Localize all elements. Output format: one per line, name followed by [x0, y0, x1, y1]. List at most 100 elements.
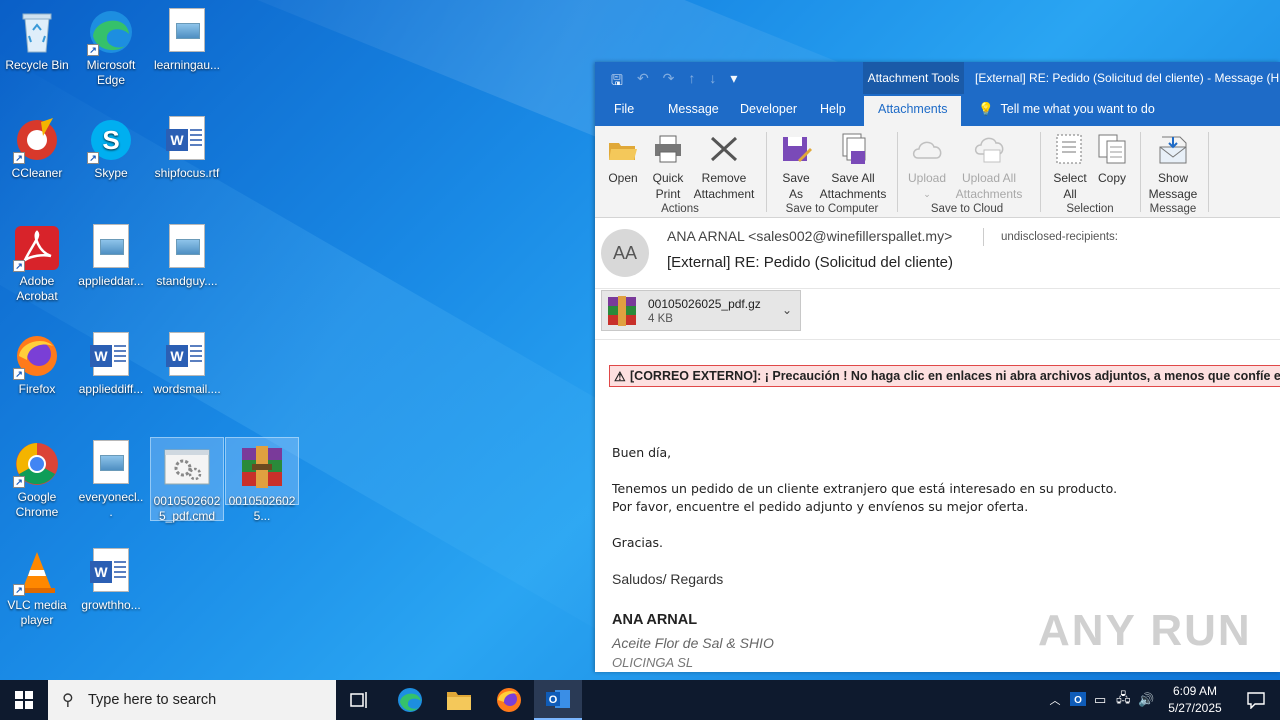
windows-logo-icon — [15, 691, 33, 709]
tab-attachments[interactable]: Attachments — [864, 96, 962, 126]
notifications-button[interactable] — [1232, 680, 1280, 720]
upload-label: Upload — [907, 171, 947, 185]
attachment-item[interactable]: 00105026025_pdf.gz 4 KB ⌄ — [601, 290, 801, 331]
recipients: undisclosed-recipients: — [1001, 231, 1118, 243]
select-all-button[interactable]: Select All — [1050, 132, 1090, 202]
save-icon[interactable]: 🖫 — [611, 70, 623, 94]
folder-open-icon — [605, 132, 641, 166]
save-all-attachments-button[interactable]: Save All Attachments — [817, 132, 889, 202]
quick-print-label-2: Print — [655, 187, 681, 201]
open-button[interactable]: Open — [605, 132, 641, 186]
icon-label: Adobe Acrobat — [16, 274, 58, 303]
taskbar-search-box[interactable]: ⚲ Type here to search — [48, 680, 336, 720]
group-separator — [1140, 132, 1141, 212]
taskbar-firefox[interactable] — [485, 680, 533, 720]
desktop-icon-recycle-bin[interactable]: Recycle Bin — [1, 2, 73, 73]
open-label: Open — [608, 171, 638, 185]
desktop-icon-growthho[interactable]: W growthho... — [75, 542, 147, 613]
avatar: AA — [601, 229, 649, 277]
taskbar-outlook[interactable]: O — [534, 680, 582, 720]
show-message-button[interactable]: Show Message — [1147, 132, 1199, 202]
desktop-icon-google-chrome[interactable]: ↗ Google Chrome — [1, 434, 73, 520]
shortcut-arrow-icon: ↗ — [13, 476, 25, 488]
vlc-icon: ↗ — [13, 548, 61, 596]
clock-date: 5/27/2025 — [1168, 701, 1222, 715]
taskbar-edge[interactable] — [386, 680, 434, 720]
gear-file-icon — [163, 444, 211, 492]
icon-label: applieddiff... — [78, 382, 144, 396]
desktop-icon-cmd-file[interactable]: 00105026025_pdf.cmd — [150, 437, 224, 523]
down-arrow-icon[interactable]: ↓ — [709, 70, 716, 94]
icon-label: CCleaner — [11, 166, 63, 180]
image-file-icon — [87, 440, 135, 488]
start-button[interactable] — [0, 680, 48, 720]
outlook-tray-icon[interactable]: O — [1070, 691, 1088, 710]
signature-company: Aceite Flor de Sal & SHIO — [612, 635, 774, 651]
window-title: [External] RE: Pedido (Solicitud del cli… — [975, 71, 1280, 85]
regards: Saludos/ Regards — [612, 571, 724, 587]
tab-file[interactable]: File — [614, 102, 634, 116]
lightbulb-icon: 💡 — [978, 102, 994, 116]
customize-toolbar-icon[interactable]: ▾ — [730, 70, 737, 94]
upload-button[interactable]: Upload ⌄ — [905, 132, 949, 202]
context-tab-attachment-tools: Attachment Tools — [863, 62, 964, 94]
desktop-icon-standguy[interactable]: standguy.... — [151, 218, 223, 289]
ribbon: Open Quick Print Remove Attachment Actio… — [595, 126, 1280, 218]
folder-icon — [447, 692, 471, 710]
tab-developer[interactable]: Developer — [740, 102, 797, 116]
select-all-icon — [1050, 132, 1090, 166]
upload-all-label-1: Upload All — [961, 171, 1017, 185]
quick-print-button[interactable]: Quick Print — [649, 132, 687, 202]
anyrun-watermark: ANY RUN — [1038, 606, 1252, 655]
svg-text:S: S — [102, 125, 119, 155]
edge-icon — [398, 688, 422, 712]
warning-icon: ⚠ — [614, 369, 626, 384]
chevron-up-icon[interactable]: ︿ — [1046, 692, 1064, 708]
tab-message[interactable]: Message — [668, 102, 719, 116]
undo-icon[interactable]: ↶ — [637, 70, 649, 94]
group-separator — [897, 132, 898, 212]
desktop-icon-applieddar[interactable]: applieddar... — [75, 218, 147, 289]
desktop-icon-gz-archive[interactable]: 00105026025... — [225, 437, 299, 523]
desktop-icon-firefox[interactable]: ↗ Firefox — [1, 326, 73, 397]
desktop-icon-applieddiff[interactable]: W applieddiff... — [75, 326, 147, 397]
message-body: Buen día, Tenemos un pedido de un client… — [612, 444, 1117, 552]
skype-icon: S ↗ — [87, 116, 135, 164]
remove-attachment-button[interactable]: Remove Attachment — [691, 132, 757, 202]
volume-icon[interactable]: 🔊 — [1138, 692, 1156, 708]
icon-label: everyonecl... — [78, 490, 144, 519]
desktop-icon-learningau[interactable]: learningau... — [151, 2, 223, 73]
shortcut-arrow-icon: ↗ — [13, 368, 25, 380]
chevron-down-icon[interactable]: ⌄ — [782, 303, 792, 317]
icon-label: growthho... — [81, 598, 141, 612]
desktop-icon-ccleaner[interactable]: ↗ CCleaner — [1, 110, 73, 181]
tell-me-box[interactable]: 💡 Tell me what you want to do — [978, 102, 1155, 117]
acrobat-icon: ↗ — [13, 224, 61, 272]
taskbar-file-explorer[interactable] — [435, 680, 483, 720]
taskbar: ⚲ Type here to search O ︿ O ▭ 🖧 🔊 6:09 A… — [0, 680, 1280, 720]
ribbon-tabs: File Message Developer Help Attachments … — [595, 94, 1280, 126]
copy-button[interactable]: Copy — [1095, 132, 1129, 186]
winrar-archive-icon — [238, 444, 286, 492]
desktop-icon-shipfocus[interactable]: W shipfocus.rtf — [151, 110, 223, 181]
save-as-label-2: As — [788, 187, 803, 201]
group-selection: Selection — [1066, 203, 1114, 215]
clock[interactable]: 6:09 AM 5/27/2025 — [1160, 683, 1230, 717]
sender[interactable]: ANA ARNAL <sales002@winefillerspallet.my… — [667, 228, 952, 244]
desktop-icon-everyonecl[interactable]: everyonecl... — [75, 434, 147, 520]
desktop-icon-wordsmail[interactable]: W wordsmail.... — [151, 326, 223, 397]
tab-help[interactable]: Help — [820, 102, 846, 116]
desktop-icon-vlc[interactable]: ↗ VLC media player — [1, 542, 73, 628]
redo-icon[interactable]: ↷ — [663, 70, 675, 94]
desktop-icon-skype[interactable]: S ↗ Skype — [75, 110, 147, 181]
device-icon[interactable]: ▭ — [1094, 692, 1112, 708]
desktop-icon-adobe-acrobat[interactable]: ↗ Adobe Acrobat — [1, 218, 73, 304]
upload-all-attachments-button[interactable]: Upload All Attachments — [951, 132, 1027, 202]
network-icon[interactable]: 🖧 — [1116, 689, 1134, 711]
desktop-icon-edge[interactable]: ↗ Microsoft Edge — [75, 2, 147, 88]
task-view-button[interactable] — [336, 680, 384, 720]
save-as-button[interactable]: Save As — [779, 132, 813, 202]
copy-label: Copy — [1097, 171, 1126, 185]
icon-label: Google Chrome — [15, 490, 59, 519]
up-arrow-icon[interactable]: ↑ — [688, 70, 695, 94]
